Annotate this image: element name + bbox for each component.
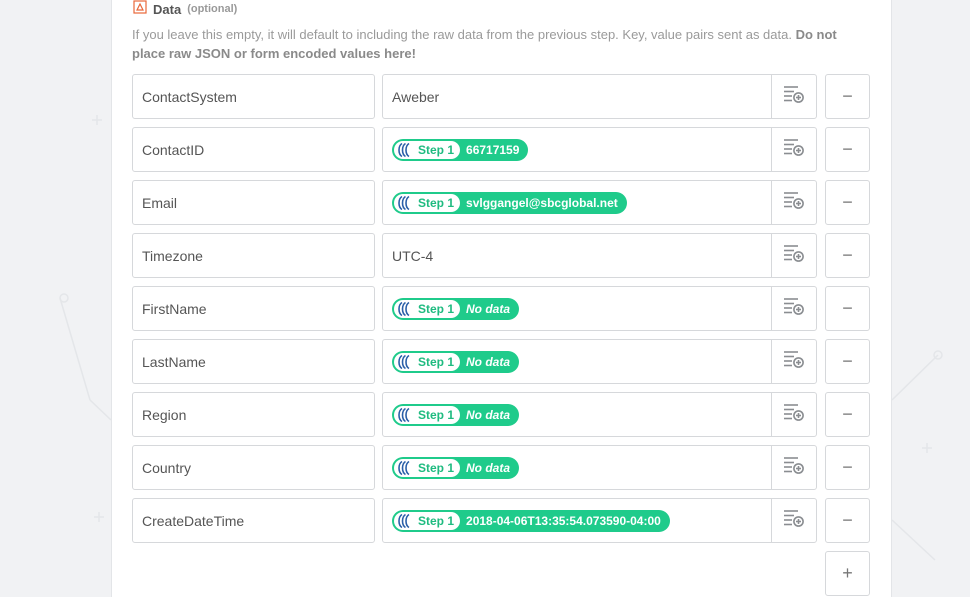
mapped-field-pill[interactable]: Step 1 66717159 bbox=[392, 138, 529, 161]
insert-field-icon bbox=[783, 297, 805, 320]
key-input[interactable]: Email bbox=[132, 180, 375, 225]
mapped-field-value: No data bbox=[466, 354, 511, 369]
insert-field-icon bbox=[783, 509, 805, 532]
mapped-field-value: 66717159 bbox=[466, 142, 520, 157]
remove-row-button[interactable]: − bbox=[825, 392, 870, 437]
remove-row-button[interactable]: − bbox=[825, 233, 870, 278]
section-title: Data bbox=[153, 1, 182, 17]
insert-field-icon bbox=[783, 350, 805, 373]
mapped-field-pill[interactable]: Step 1 No data bbox=[392, 297, 520, 320]
step-badge: Step 1 bbox=[394, 140, 461, 159]
mapped-field-pill[interactable]: Step 1 No data bbox=[392, 403, 520, 426]
help-text: If you leave this empty, it will default… bbox=[132, 25, 857, 63]
step-badge: Step 1 bbox=[394, 352, 461, 371]
remove-row-button[interactable]: − bbox=[825, 286, 870, 331]
mapped-field-pill[interactable]: Step 1 svlggangel@sbcglobal.net bbox=[392, 191, 627, 214]
value-content: Step 1 svlggangel@sbcglobal.net bbox=[383, 191, 771, 214]
value-content: Step 1 No data bbox=[383, 403, 771, 426]
key-input[interactable]: ContactID bbox=[132, 127, 375, 172]
mapped-field-value: No data bbox=[466, 460, 511, 475]
step-label: Step 1 bbox=[418, 460, 455, 475]
aweber-logo-icon bbox=[396, 142, 414, 158]
insert-field-button[interactable] bbox=[771, 234, 816, 277]
step-badge: Step 1 bbox=[394, 299, 461, 318]
insert-field-icon bbox=[783, 244, 805, 267]
value-content: Aweber bbox=[383, 89, 771, 105]
aweber-logo-icon bbox=[396, 513, 414, 529]
key-input[interactable]: Country bbox=[132, 445, 375, 490]
value-content: Step 1 No data bbox=[383, 297, 771, 320]
remove-row-button[interactable]: − bbox=[825, 74, 870, 119]
action-editor-card: Data (optional) If you leave this empty,… bbox=[111, 0, 892, 597]
value-content: Step 1 2018-04-06T13:35:54.073590-04:00 bbox=[383, 509, 771, 532]
remove-row-button[interactable]: − bbox=[825, 127, 870, 172]
insert-field-button[interactable] bbox=[771, 75, 816, 118]
insert-field-button[interactable] bbox=[771, 340, 816, 383]
value-input[interactable]: Step 1 No data bbox=[382, 445, 817, 490]
value-content: Step 1 66717159 bbox=[383, 138, 771, 161]
mapped-field-pill[interactable]: Step 1 No data bbox=[392, 456, 520, 479]
step-label: Step 1 bbox=[418, 301, 455, 316]
help-text-main: If you leave this empty, it will default… bbox=[132, 27, 792, 42]
key-input[interactable]: LastName bbox=[132, 339, 375, 384]
insert-field-icon bbox=[783, 403, 805, 426]
mapped-field-value: 2018-04-06T13:35:54.073590-04:00 bbox=[466, 513, 661, 528]
insert-field-button[interactable] bbox=[771, 499, 816, 542]
mapped-field-pill[interactable]: Step 1 2018-04-06T13:35:54.073590-04:00 bbox=[392, 509, 670, 532]
step-badge: Step 1 bbox=[394, 405, 461, 424]
insert-field-button[interactable] bbox=[771, 446, 816, 489]
optional-label: (optional) bbox=[187, 3, 238, 15]
aweber-logo-icon bbox=[396, 354, 414, 370]
insert-field-button[interactable] bbox=[771, 128, 816, 171]
step-label: Step 1 bbox=[418, 195, 455, 210]
mapped-field-value: No data bbox=[466, 301, 511, 316]
step-badge: Step 1 bbox=[394, 193, 461, 212]
value-text: Aweber bbox=[392, 88, 440, 105]
remove-row-button[interactable]: − bbox=[825, 339, 870, 384]
key-input[interactable]: ContactSystem bbox=[132, 74, 375, 119]
mapped-field-pill[interactable]: Step 1 No data bbox=[392, 350, 520, 373]
value-content: Step 1 No data bbox=[383, 350, 771, 373]
remove-row-button[interactable]: − bbox=[825, 180, 870, 225]
value-input[interactable]: Step 1 No data bbox=[382, 286, 817, 331]
data-section-header: Data (optional) bbox=[133, 0, 237, 18]
webhook-icon bbox=[133, 0, 147, 14]
insert-field-icon bbox=[783, 138, 805, 161]
value-input[interactable]: Step 1 svlggangel@sbcglobal.net bbox=[382, 180, 817, 225]
value-content: Step 1 No data bbox=[383, 456, 771, 479]
remove-row-button[interactable]: − bbox=[825, 498, 870, 543]
remove-row-button[interactable]: − bbox=[825, 445, 870, 490]
step-label: Step 1 bbox=[418, 513, 455, 528]
aweber-logo-icon bbox=[396, 460, 414, 476]
step-label: Step 1 bbox=[418, 407, 455, 422]
insert-field-icon bbox=[783, 456, 805, 479]
insert-field-button[interactable] bbox=[771, 393, 816, 436]
aweber-logo-icon bbox=[396, 195, 414, 211]
mapped-field-value: No data bbox=[466, 407, 511, 422]
value-input[interactable]: Step 1 66717159 bbox=[382, 127, 817, 172]
key-input[interactable]: Timezone bbox=[132, 233, 375, 278]
value-input[interactable]: Step 1 No data bbox=[382, 339, 817, 384]
aweber-logo-icon bbox=[396, 407, 414, 423]
step-label: Step 1 bbox=[418, 354, 455, 369]
value-input[interactable]: Step 1 2018-04-06T13:35:54.073590-04:00 bbox=[382, 498, 817, 543]
insert-field-icon bbox=[783, 85, 805, 108]
aweber-logo-icon bbox=[396, 301, 414, 317]
value-text: UTC-4 bbox=[392, 247, 434, 264]
insert-field-button[interactable] bbox=[771, 181, 816, 224]
step-badge: Step 1 bbox=[394, 458, 461, 477]
insert-field-button[interactable] bbox=[771, 287, 816, 330]
key-input[interactable]: FirstName bbox=[132, 286, 375, 331]
mapped-field-value: svlggangel@sbcglobal.net bbox=[466, 195, 618, 210]
value-input[interactable]: UTC-4 bbox=[382, 233, 817, 278]
step-label: Step 1 bbox=[418, 142, 455, 157]
value-input[interactable]: Aweber bbox=[382, 74, 817, 119]
key-input[interactable]: Region bbox=[132, 392, 375, 437]
insert-field-icon bbox=[783, 191, 805, 214]
add-row-button[interactable]: + bbox=[825, 551, 870, 596]
value-input[interactable]: Step 1 No data bbox=[382, 392, 817, 437]
value-content: UTC-4 bbox=[383, 248, 771, 264]
step-badge: Step 1 bbox=[394, 511, 461, 530]
key-input[interactable]: CreateDateTime bbox=[132, 498, 375, 543]
